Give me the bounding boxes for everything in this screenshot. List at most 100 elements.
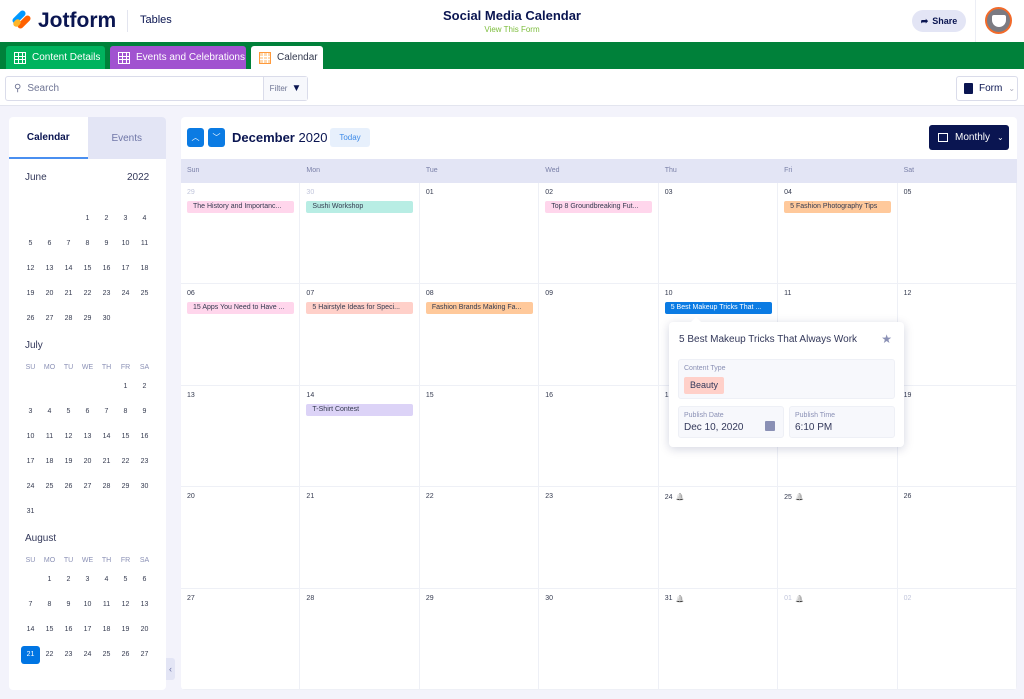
- event-chip[interactable]: 5 Fashion Photography Tips: [784, 201, 892, 213]
- mini-calendar-day[interactable]: 2: [135, 378, 154, 396]
- mini-calendar-day[interactable]: 3: [116, 210, 135, 228]
- mini-calendar-day[interactable]: 27: [135, 646, 154, 664]
- form-dropdown[interactable]: Form ⌄: [956, 76, 1018, 101]
- view-dropdown[interactable]: Monthly ⌄: [929, 125, 1009, 150]
- tab-content-details[interactable]: Content Details: [6, 46, 105, 69]
- mini-calendar-day[interactable]: 11: [40, 428, 59, 446]
- mini-calendar-day[interactable]: 7: [59, 235, 78, 253]
- mini-calendar-day[interactable]: 29: [116, 478, 135, 496]
- day-cell[interactable]: 30: [539, 588, 659, 690]
- mini-calendar-day[interactable]: 8: [116, 403, 135, 421]
- mini-calendar-day[interactable]: 30: [135, 478, 154, 496]
- mini-calendar-day[interactable]: 18: [135, 260, 154, 278]
- mini-calendar-day[interactable]: 1: [78, 210, 97, 228]
- event-chip[interactable]: T-Shirt Contest: [306, 403, 414, 416]
- mini-calendar-day[interactable]: 24: [116, 285, 135, 303]
- tab-events-and-celebrations[interactable]: Events and Celebrations: [110, 46, 246, 69]
- mini-calendar-day[interactable]: 23: [59, 646, 78, 664]
- event-chip[interactable]: 15 Apps You Need to Have ...: [187, 302, 294, 315]
- star-icon[interactable]: ★: [881, 332, 892, 346]
- mini-calendar-day[interactable]: 16: [135, 428, 154, 446]
- event-chip[interactable]: Top 8 Groundbreaking Fut...: [545, 201, 653, 213]
- day-cell[interactable]: 03: [658, 183, 779, 285]
- mini-calendar-day[interactable]: 25: [97, 646, 116, 664]
- mini-calendar-day[interactable]: 24: [21, 478, 40, 496]
- calendar-icon[interactable]: [765, 421, 775, 431]
- day-cell[interactable]: 13: [181, 385, 301, 488]
- mini-calendar-day[interactable]: 4: [40, 403, 59, 421]
- mini-calendar-day[interactable]: 13: [40, 260, 59, 278]
- mini-calendar-day[interactable]: 4: [135, 210, 154, 228]
- mini-calendar-day[interactable]: 28: [97, 478, 116, 496]
- mini-calendar-day[interactable]: 11: [135, 235, 154, 253]
- day-cell[interactable]: 01: [419, 183, 540, 285]
- mini-calendar-day[interactable]: 21: [59, 285, 78, 303]
- mini-calendar-day[interactable]: 2: [59, 571, 78, 589]
- mini-calendar-day[interactable]: 9: [135, 403, 154, 421]
- day-cell[interactable]: 07 5 Hairstyle Ideas for Speci...: [300, 284, 420, 386]
- mini-calendar-day[interactable]: 16: [97, 260, 116, 278]
- mini-calendar-day[interactable]: 23: [135, 453, 154, 471]
- today-button[interactable]: Today: [330, 128, 370, 147]
- mini-calendar-day[interactable]: 24: [78, 646, 97, 664]
- mini-calendar-day[interactable]: 15: [116, 428, 135, 446]
- day-cell[interactable]: 12: [897, 284, 1017, 386]
- mini-calendar-day[interactable]: 8: [40, 596, 59, 614]
- mini-calendar-day[interactable]: 21: [97, 453, 116, 471]
- mini-calendar-day[interactable]: 13: [78, 428, 97, 446]
- mini-calendar-day[interactable]: 3: [78, 571, 97, 589]
- mini-calendar-day[interactable]: 6: [40, 235, 59, 253]
- day-cell[interactable]: 24 🔔: [658, 487, 779, 589]
- day-cell[interactable]: 04 5 Fashion Photography Tips: [778, 183, 898, 285]
- mini-calendar-day[interactable]: 19: [116, 621, 135, 639]
- mini-calendar-day[interactable]: 5: [21, 235, 40, 253]
- day-cell[interactable]: 27: [181, 588, 301, 690]
- mini-calendar-day[interactable]: 18: [40, 453, 59, 471]
- mini-calendar-day[interactable]: 26: [59, 478, 78, 496]
- day-cell[interactable]: 30 Sushi Workshop: [300, 183, 420, 285]
- day-cell[interactable]: 09: [539, 284, 659, 386]
- mini-calendar-day[interactable]: 12: [21, 260, 40, 278]
- filter-button[interactable]: Filter ▼: [264, 77, 307, 100]
- event-chip[interactable]: Sushi Workshop: [306, 201, 414, 213]
- mini-calendar-day[interactable]: 14: [21, 621, 40, 639]
- day-cell[interactable]: 02 Top 8 Groundbreaking Fut...: [539, 183, 659, 285]
- mini-calendar-day[interactable]: 12: [116, 596, 135, 614]
- mini-calendar-day[interactable]: 9: [97, 235, 116, 253]
- mini-calendar-day[interactable]: 16: [59, 621, 78, 639]
- day-cell[interactable]: 19: [897, 385, 1017, 488]
- day-cell[interactable]: 20: [181, 487, 301, 589]
- day-cell[interactable]: 14 T-Shirt Contest: [300, 385, 420, 488]
- mini-calendar-day[interactable]: 27: [78, 478, 97, 496]
- share-button[interactable]: ➦ Share: [912, 10, 966, 32]
- mini-calendar-day[interactable]: 15: [40, 621, 59, 639]
- mini-calendar-day[interactable]: 17: [78, 621, 97, 639]
- collapse-sidebar-button[interactable]: ‹: [166, 658, 175, 680]
- mini-calendar-day[interactable]: 21: [21, 646, 40, 664]
- day-cell[interactable]: 05: [897, 183, 1017, 285]
- mini-calendar-day[interactable]: 17: [116, 260, 135, 278]
- mini-calendar-day[interactable]: 4: [97, 571, 116, 589]
- mini-calendar-day[interactable]: 18: [97, 621, 116, 639]
- day-cell[interactable]: 29 The History and Importanc...: [181, 183, 301, 285]
- mini-calendar-day[interactable]: 10: [78, 596, 97, 614]
- day-cell[interactable]: 08 Fashion Brands Making Fa...: [419, 284, 540, 386]
- day-cell[interactable]: 26: [897, 487, 1017, 589]
- mini-calendar-day[interactable]: 26: [116, 646, 135, 664]
- mini-calendar-day[interactable]: 1: [116, 378, 135, 396]
- mini-calendar-day[interactable]: 19: [21, 285, 40, 303]
- day-cell[interactable]: 06 15 Apps You Need to Have ...: [181, 284, 301, 386]
- day-cell[interactable]: 31 🔔: [658, 588, 779, 690]
- day-cell[interactable]: 23: [539, 487, 659, 589]
- view-form-link[interactable]: View This Form: [0, 25, 1024, 34]
- day-cell[interactable]: 02: [897, 588, 1017, 690]
- mini-calendar-day[interactable]: 14: [59, 260, 78, 278]
- sidebar-tab-calendar[interactable]: Calendar: [9, 117, 88, 159]
- mini-calendar-day[interactable]: 11: [97, 596, 116, 614]
- mini-calendar-day[interactable]: 10: [21, 428, 40, 446]
- mini-calendar-day[interactable]: 14: [97, 428, 116, 446]
- mini-calendar-day[interactable]: 22: [116, 453, 135, 471]
- sidebar-tab-events[interactable]: Events: [87, 117, 166, 159]
- day-cell[interactable]: 28: [300, 588, 420, 690]
- mini-calendar-day[interactable]: 31: [21, 503, 40, 521]
